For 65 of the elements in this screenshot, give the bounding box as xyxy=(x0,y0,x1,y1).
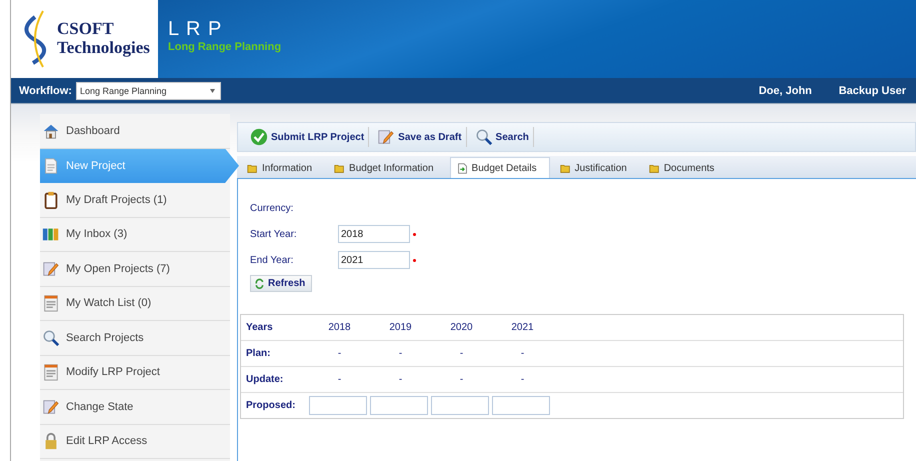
field-label: Start Year: xyxy=(250,228,298,240)
row-label: Plan: xyxy=(245,348,272,359)
sidebar-item[interactable]: Modify LRP Project xyxy=(40,356,230,390)
required-mark xyxy=(413,258,416,262)
pencil-icon xyxy=(42,398,60,416)
caret-icon xyxy=(210,88,215,92)
refresh-icon xyxy=(254,278,265,289)
logo-text: Technologies xyxy=(57,39,150,58)
required-mark xyxy=(413,232,416,236)
pencil-icon xyxy=(377,128,396,146)
proposed-field[interactable] xyxy=(431,396,489,415)
check-icon xyxy=(250,128,268,146)
user-name[interactable]: Doe, John xyxy=(758,84,839,96)
sidebar-item[interactable]: My Open Projects (7) xyxy=(40,252,230,286)
logo-text: CSOFT xyxy=(57,20,115,39)
search-icon xyxy=(474,128,493,146)
table-cell-text: - xyxy=(458,348,464,359)
document-icon xyxy=(456,162,468,174)
app-subtitle: Long Range Planning xyxy=(168,41,282,53)
tab[interactable]: Budget Information xyxy=(328,158,446,178)
sidebar-item[interactable]: My Draft Projects (1) xyxy=(40,183,230,218)
table-cell-text: - xyxy=(520,348,526,359)
sidebar-item[interactable]: Edit LRP Access xyxy=(40,424,230,459)
pencil-icon xyxy=(42,260,60,278)
sidebar-item[interactable]: My Watch List (0) xyxy=(40,286,230,321)
start-year-field[interactable]: 2018 xyxy=(338,225,410,243)
row-label: Update: xyxy=(245,374,284,385)
sidebar-item[interactable]: Search Projects xyxy=(40,321,230,356)
table-header: 2021 xyxy=(510,322,535,333)
tab[interactable]: Justification xyxy=(554,158,639,178)
sidebar-item[interactable]: Change State xyxy=(40,390,230,424)
sidebar-item[interactable]: My Inbox (3) xyxy=(40,218,230,252)
table-header: 2019 xyxy=(388,322,413,333)
table-cell-text: - xyxy=(336,348,342,359)
folder-icon xyxy=(247,162,258,174)
table-header: 2018 xyxy=(327,322,352,333)
table-cell-text: - xyxy=(336,374,342,385)
folder-icon xyxy=(648,162,660,174)
table-cell-text: - xyxy=(458,374,464,385)
refresh-button[interactable]: Refresh xyxy=(250,275,312,292)
app-title: L R P xyxy=(168,18,224,41)
tab[interactable]: Information xyxy=(241,158,324,178)
field-label: End Year: xyxy=(250,254,294,266)
field-label: Currency: xyxy=(250,202,294,214)
table-cell-text: - xyxy=(398,374,404,385)
folder-icon xyxy=(334,162,346,174)
end-year-field[interactable]: 2021 xyxy=(338,251,410,269)
table-cell-text: - xyxy=(398,348,404,359)
table-header: 2020 xyxy=(449,322,474,333)
document-icon xyxy=(42,156,60,175)
row-label: Proposed: xyxy=(245,400,296,411)
folder-icon xyxy=(560,162,571,174)
toolbar-button[interactable]: Save as Draft xyxy=(371,127,467,147)
toolbar-button[interactable]: Search xyxy=(468,127,534,147)
workflow-label: Workflow: xyxy=(19,84,72,96)
proposed-field[interactable] xyxy=(309,396,367,415)
user-role[interactable]: Backup User xyxy=(838,84,906,96)
table-header: Years xyxy=(245,322,274,333)
toolbar-button[interactable]: Submit LRP Project xyxy=(244,127,370,147)
workflow-dropdown[interactable]: Long Range Planning xyxy=(76,82,221,100)
table-cell-text: - xyxy=(520,374,526,385)
tab[interactable]: Budget Details xyxy=(450,157,550,178)
proposed-field[interactable] xyxy=(370,396,428,415)
tab[interactable]: Documents xyxy=(642,158,726,178)
proposed-field[interactable] xyxy=(492,396,550,415)
